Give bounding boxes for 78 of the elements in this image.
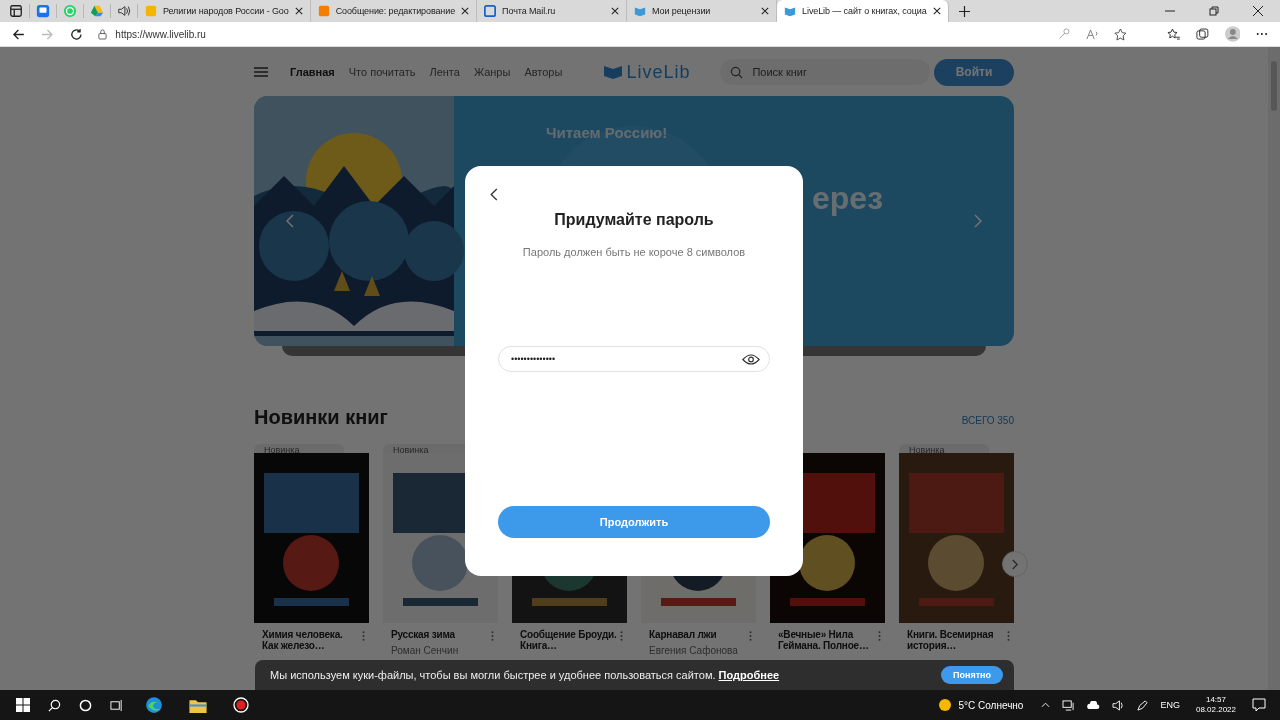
- chevron-up-icon[interactable]: [1041, 702, 1051, 708]
- total-link[interactable]: ВСЕГО 350: [961, 415, 1014, 426]
- search-field[interactable]: Поиск книг: [720, 59, 931, 85]
- cookie-notice: Мы используем куки-файлы, чтобы вы могли быстрее и удобнее пользоваться сайтом. Подробнее: [270, 669, 780, 681]
- sun-icon[interactable]: [938, 698, 953, 712]
- clock-time[interactable]: 14:57: [1205, 695, 1226, 705]
- close-icon[interactable]: [1253, 6, 1263, 16]
- nav-link[interactable]: Лента: [429, 66, 460, 78]
- continue-button[interactable]: Продолжить: [498, 506, 770, 538]
- back-icon[interactable]: [490, 188, 498, 201]
- login-button[interactable]: Войти: [934, 58, 1014, 86]
- volume-icon[interactable]: [1112, 699, 1126, 711]
- nav-link[interactable]: Жанры: [473, 66, 511, 78]
- nav-link[interactable]: Главная: [290, 66, 335, 78]
- section-title: Новинки книг: [254, 406, 388, 429]
- network-icon[interactable]: [1062, 699, 1076, 711]
- restore-icon[interactable]: [1209, 6, 1219, 16]
- profile-icon[interactable]: [1224, 26, 1241, 42]
- tab-title: Религии народов России - Goo: [163, 6, 289, 16]
- book-title[interactable]: Русская зима: [391, 629, 489, 642]
- lock-icon: [98, 28, 108, 40]
- book-title[interactable]: «Вечные» Нила Геймана. Полное…: [778, 629, 876, 651]
- address-field[interactable]: https://www.livelib.ru: [98, 28, 1042, 40]
- weather-text[interactable]: 5°C Солнечно: [958, 699, 1024, 711]
- book-icon: [604, 65, 623, 79]
- book-title[interactable]: Химия человека. Как железо…: [262, 629, 360, 651]
- collections-icon[interactable]: [1195, 27, 1209, 41]
- dialog-title: Придумайте пароль: [554, 211, 714, 229]
- pen-icon[interactable]: [1137, 699, 1149, 711]
- book-title[interactable]: Карнавал лжи: [649, 629, 747, 642]
- favicon-icon: [145, 5, 157, 17]
- scrollbar[interactable]: [1268, 47, 1280, 690]
- password-field[interactable]: ••••••••••••••: [498, 346, 770, 372]
- tab-title: Мои рецензии: [652, 6, 712, 16]
- more-link[interactable]: Подробнее: [718, 669, 780, 681]
- favorite-star-icon[interactable]: [1114, 27, 1128, 41]
- search-icon[interactable]: [48, 698, 61, 712]
- book-title[interactable]: Книги. Всемирная история…: [907, 629, 1005, 651]
- windows-start-icon[interactable]: [16, 698, 30, 712]
- nav-link[interactable]: Авторы: [524, 66, 563, 78]
- cortana-icon[interactable]: [79, 698, 92, 712]
- book-author[interactable]: Евгения Сафонова: [641, 642, 756, 656]
- favicon-icon: [484, 5, 497, 17]
- close-icon[interactable]: [761, 7, 770, 15]
- close-icon[interactable]: [611, 7, 620, 15]
- banner-heading: ерез: [812, 180, 884, 217]
- reload-icon[interactable]: [69, 27, 83, 41]
- tab-title: Сообщение: редактирование: [335, 6, 456, 16]
- book-author[interactable]: Роман Сенчин: [383, 642, 498, 656]
- dialog-hint: Пароль должен быть не короче 8 символов: [522, 246, 746, 258]
- favicon-icon: [634, 5, 647, 17]
- new-tab-icon[interactable]: [958, 5, 970, 17]
- nav-link[interactable]: Что почитать: [348, 66, 416, 78]
- close-icon[interactable]: [932, 7, 941, 15]
- language-indicator[interactable]: ENG: [1160, 700, 1180, 710]
- browser-tab[interactable]: LiveLib — сайт о книгах, социа: [777, 0, 949, 22]
- banner-title: Читаем Россию!: [546, 124, 668, 141]
- favicon-icon: [317, 5, 330, 17]
- eye-icon[interactable]: [742, 354, 760, 365]
- back-icon[interactable]: [12, 27, 25, 41]
- favorites-icon[interactable]: [1166, 27, 1180, 41]
- site-logo[interactable]: LiveLib: [626, 61, 691, 83]
- tab-title: LiveLib — сайт о книгах, социа: [802, 6, 927, 16]
- task-view-icon[interactable]: [110, 698, 123, 712]
- notifications-icon[interactable]: [1252, 698, 1266, 712]
- more-icon[interactable]: [1256, 32, 1269, 36]
- chevron-right-icon: [1012, 558, 1018, 570]
- close-icon[interactable]: [294, 7, 303, 15]
- cloud-icon[interactable]: [1087, 700, 1101, 710]
- search-icon: [730, 66, 744, 79]
- tab-title: Почта Mail.ru: [502, 6, 557, 16]
- clock-date[interactable]: 08.02.2022: [1195, 705, 1236, 715]
- read-aloud-icon[interactable]: [1085, 27, 1099, 41]
- accept-button[interactable]: Понятно: [941, 666, 1003, 684]
- favicon-icon: [784, 5, 797, 17]
- close-icon[interactable]: [461, 7, 470, 15]
- book-title[interactable]: Сообщение Броуди. Книга…: [520, 629, 618, 651]
- menu-icon[interactable]: [254, 67, 268, 77]
